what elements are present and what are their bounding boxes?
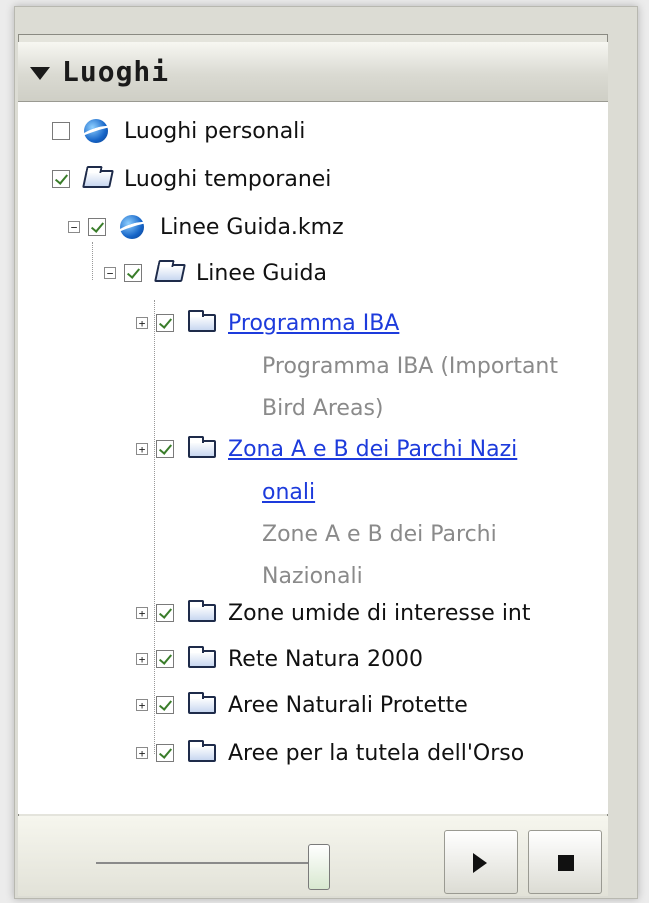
folder-icon <box>188 740 218 765</box>
checkbox[interactable] <box>156 696 174 714</box>
checkbox[interactable] <box>52 170 70 188</box>
expand-toggle[interactable]: + <box>136 699 148 711</box>
tree-item-label: Rete Natura 2000 <box>228 646 424 672</box>
tour-controls <box>18 816 608 896</box>
play-button[interactable] <box>444 830 518 894</box>
folder-open-icon <box>82 167 114 191</box>
tree-item-linee-guida[interactable]: − Linee Guida <box>104 256 327 290</box>
collapse-toggle[interactable]: − <box>68 221 80 233</box>
globe-icon <box>84 119 114 143</box>
stop-icon <box>558 855 574 871</box>
folder-icon <box>188 600 218 625</box>
tree-item-zona-ab[interactable]: + Zona A e B dei Parchi Nazi <box>136 432 517 466</box>
expand-toggle[interactable]: + <box>136 607 148 619</box>
tree-item-label: Aree Naturali Protette <box>228 692 468 718</box>
checkbox[interactable] <box>156 604 174 622</box>
tree-item-luoghi-temporanei[interactable]: Luoghi temporanei <box>52 162 331 196</box>
tree-item-aree-naturali[interactable]: + Aree Naturali Protette <box>136 688 468 722</box>
tree-item-label: Zone umide di interesse int <box>228 600 531 626</box>
tree-item-description: Programma IBA (Important <box>262 354 559 379</box>
tree-item-description: Bird Areas) <box>262 396 384 421</box>
stop-button[interactable] <box>528 830 602 894</box>
tree-item-rete-natura[interactable]: + Rete Natura 2000 <box>136 642 423 676</box>
tree-item-description: Nazionali <box>262 564 363 589</box>
tree-item-label: Luoghi personali <box>124 118 306 144</box>
tree-line <box>92 242 93 280</box>
tree-item-link[interactable]: Zona A e B dei Parchi Nazi <box>228 437 517 462</box>
tree-item-description: Zone A e B dei Parchi <box>262 522 497 547</box>
folder-icon <box>188 646 218 671</box>
tree-item-zone-umide[interactable]: + Zone umide di interesse int <box>136 596 531 630</box>
speed-slider-track[interactable] <box>96 862 318 864</box>
checkbox[interactable] <box>156 650 174 668</box>
checkbox[interactable] <box>156 314 174 332</box>
tree-item-programma-iba[interactable]: + Programma IBA <box>136 306 399 340</box>
tree-item-label: Linee Guida.kmz <box>160 214 344 240</box>
expand-toggle[interactable]: + <box>136 653 148 665</box>
folder-icon <box>188 310 218 335</box>
expand-toggle[interactable]: + <box>136 443 148 455</box>
tree-item-link[interactable]: Programma IBA <box>228 311 399 336</box>
places-header[interactable]: Luoghi <box>18 42 608 102</box>
folder-icon <box>188 692 218 717</box>
expand-toggle[interactable]: + <box>136 317 148 329</box>
folder-icon <box>188 436 218 461</box>
play-icon <box>473 853 487 873</box>
places-title: Luoghi <box>62 55 170 88</box>
checkbox[interactable] <box>88 218 106 236</box>
tree-item-label: Luoghi temporanei <box>124 166 332 192</box>
globe-icon <box>120 215 150 239</box>
tree-item-label: Linee Guida <box>196 260 327 286</box>
checkbox[interactable] <box>156 744 174 762</box>
tree-item-link[interactable]: onali <box>262 476 315 510</box>
tree-item-label: Aree per la tutela dell'Orso <box>228 740 525 766</box>
checkbox[interactable] <box>124 264 142 282</box>
checkbox[interactable] <box>156 440 174 458</box>
expand-toggle[interactable]: + <box>136 747 148 759</box>
collapse-toggle[interactable]: − <box>104 267 116 279</box>
collapse-arrow-icon[interactable] <box>30 67 50 80</box>
folder-open-icon <box>154 261 186 285</box>
tree-item-luoghi-personali[interactable]: Luoghi personali <box>52 114 305 148</box>
checkbox[interactable] <box>52 122 70 140</box>
places-tree[interactable]: Luoghi personali Luoghi temporanei − Lin… <box>18 102 608 814</box>
tree-line <box>154 300 155 754</box>
speed-slider-thumb[interactable] <box>308 844 330 890</box>
tree-item-aree-orso[interactable]: + Aree per la tutela dell'Orso <box>136 736 524 770</box>
tree-item-kmz[interactable]: − Linee Guida.kmz <box>68 210 344 244</box>
